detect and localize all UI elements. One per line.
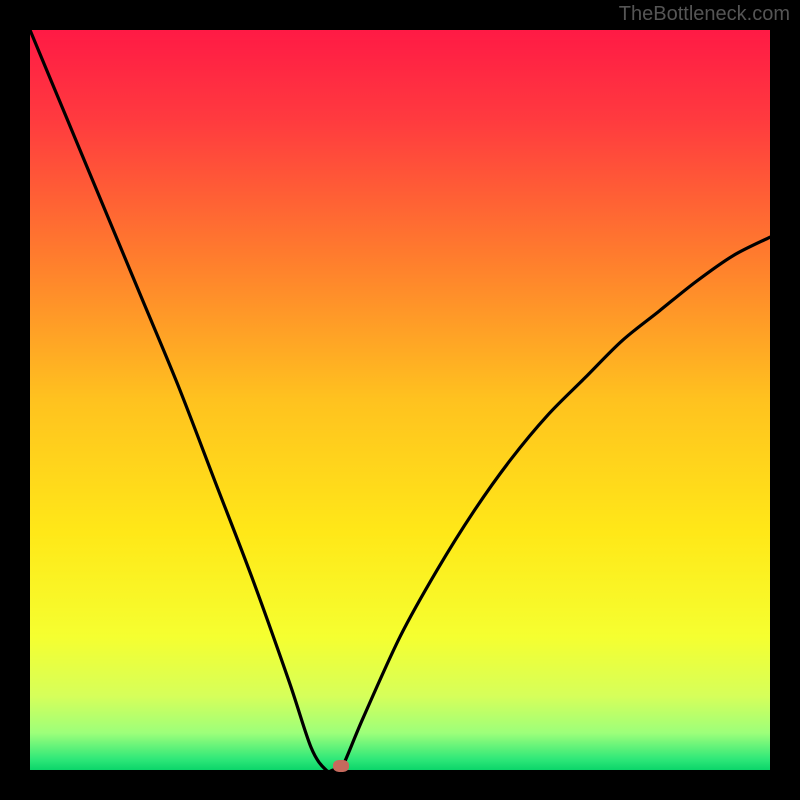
chart-frame xyxy=(30,30,770,770)
plot-svg xyxy=(30,30,770,770)
plot-background xyxy=(30,30,770,770)
watermark-text: TheBottleneck.com xyxy=(619,3,790,26)
optimum-marker xyxy=(333,760,349,772)
